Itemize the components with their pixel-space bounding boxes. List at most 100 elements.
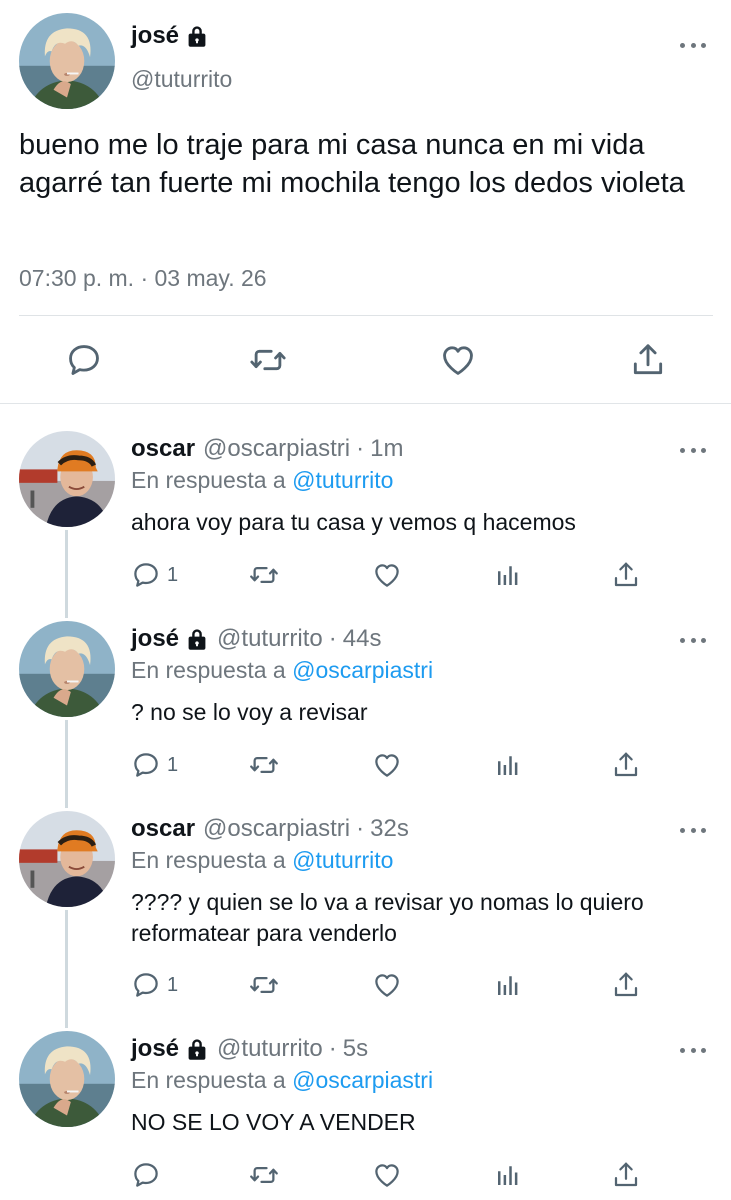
stats-icon bbox=[493, 750, 523, 780]
more-dot-icon bbox=[680, 827, 685, 833]
analytics-button[interactable] bbox=[493, 747, 523, 783]
replying-to: En respuesta a @oscarpiastri bbox=[131, 1067, 433, 1094]
reply-time[interactable]: 44s bbox=[343, 625, 382, 653]
replying-to-link[interactable]: @oscarpiastri bbox=[292, 1067, 433, 1093]
tweet-timestamp[interactable]: 07:30 p. m. · 03 may. 26 bbox=[19, 265, 267, 292]
more-dot-icon bbox=[680, 42, 685, 48]
more-dot-icon bbox=[690, 1047, 696, 1053]
share-button[interactable] bbox=[611, 1157, 641, 1193]
reply-button[interactable]: 1 bbox=[131, 557, 178, 593]
reply-button[interactable] bbox=[131, 1157, 167, 1193]
reply-icon bbox=[131, 1160, 161, 1190]
reply-count: 1 bbox=[167, 563, 179, 586]
more-dot-icon bbox=[701, 1047, 706, 1053]
retweet-icon bbox=[249, 1160, 279, 1190]
stats-icon bbox=[493, 1160, 523, 1190]
section-divider bbox=[0, 403, 731, 404]
lock-icon bbox=[185, 1037, 209, 1061]
share-button[interactable] bbox=[611, 557, 641, 593]
share-icon bbox=[629, 341, 667, 379]
reply-header: josé @tuturrito · 44s bbox=[131, 625, 381, 653]
heart-icon bbox=[372, 750, 402, 780]
main-action-bar bbox=[0, 338, 731, 384]
more-dot-icon bbox=[690, 447, 696, 453]
reply-time[interactable]: 32s bbox=[370, 815, 409, 843]
author-handle[interactable]: @tuturrito bbox=[217, 1035, 323, 1063]
retweet-button[interactable] bbox=[249, 967, 279, 1003]
stats-icon bbox=[493, 560, 523, 590]
analytics-button[interactable] bbox=[493, 557, 523, 593]
reply-action-bar bbox=[131, 1157, 671, 1193]
author-name[interactable]: josé bbox=[131, 22, 179, 50]
retweet-icon bbox=[249, 560, 279, 590]
reply-text: NO SE LO VOY A VENDER bbox=[131, 1109, 416, 1135]
separator-dot: · bbox=[328, 625, 337, 652]
replying-to-link[interactable]: @tuturrito bbox=[292, 467, 393, 493]
author-handle[interactable]: @tuturrito bbox=[131, 66, 232, 93]
analytics-button[interactable] bbox=[493, 1157, 523, 1193]
more-dot-icon bbox=[690, 827, 696, 833]
author-name[interactable]: josé bbox=[131, 625, 179, 653]
separator-dot: · bbox=[356, 435, 365, 462]
more-options-button[interactable] bbox=[680, 1045, 706, 1055]
retweet-button[interactable] bbox=[249, 747, 279, 783]
retweet-icon bbox=[249, 750, 279, 780]
replying-to-prefix: En respuesta a bbox=[131, 657, 286, 683]
retweet-button[interactable] bbox=[246, 338, 290, 382]
replying-to-link[interactable]: @oscarpiastri bbox=[292, 657, 433, 683]
reply-button[interactable]: 1 bbox=[131, 747, 178, 783]
replying-to-link[interactable]: @tuturrito bbox=[292, 847, 393, 873]
retweet-icon bbox=[249, 341, 287, 379]
retweet-icon bbox=[249, 970, 279, 1000]
more-options-button[interactable] bbox=[680, 445, 706, 455]
reply-time[interactable]: 5s bbox=[343, 1035, 368, 1063]
divider bbox=[19, 315, 713, 316]
more-options-button[interactable] bbox=[680, 635, 706, 645]
reply-count: 1 bbox=[167, 973, 179, 996]
share-button[interactable] bbox=[626, 338, 670, 382]
author-name-row[interactable]: josé bbox=[131, 22, 209, 50]
like-button[interactable] bbox=[372, 1157, 402, 1193]
author-name[interactable]: oscar bbox=[131, 815, 195, 843]
separator-dot: · bbox=[356, 815, 365, 842]
like-button[interactable] bbox=[372, 557, 402, 593]
more-options-button[interactable] bbox=[680, 825, 706, 835]
avatar[interactable] bbox=[19, 1031, 115, 1127]
author-name[interactable]: oscar bbox=[131, 435, 195, 463]
reply-time[interactable]: 1m bbox=[370, 435, 403, 463]
analytics-button[interactable] bbox=[493, 967, 523, 1003]
share-icon bbox=[611, 970, 641, 1000]
more-options-button[interactable] bbox=[680, 40, 706, 50]
heart-icon bbox=[372, 970, 402, 1000]
avatar[interactable] bbox=[19, 13, 115, 109]
reply-icon bbox=[131, 560, 161, 590]
share-button[interactable] bbox=[611, 747, 641, 783]
reply-action-bar: 1 bbox=[131, 967, 671, 1003]
avatar[interactable] bbox=[19, 431, 115, 527]
retweet-button[interactable] bbox=[249, 1157, 279, 1193]
retweet-button[interactable] bbox=[249, 557, 279, 593]
author-handle[interactable]: @oscarpiastri bbox=[203, 815, 350, 843]
like-button[interactable] bbox=[372, 747, 402, 783]
author-handle[interactable]: @oscarpiastri bbox=[203, 435, 350, 463]
share-icon bbox=[611, 1160, 641, 1190]
like-button[interactable] bbox=[372, 967, 402, 1003]
heart-icon bbox=[439, 341, 477, 379]
share-button[interactable] bbox=[611, 967, 641, 1003]
author-name[interactable]: josé bbox=[131, 1035, 179, 1063]
more-dot-icon bbox=[701, 637, 706, 643]
reply-button[interactable] bbox=[62, 338, 106, 382]
like-button[interactable] bbox=[436, 338, 480, 382]
more-dot-icon bbox=[690, 637, 696, 643]
more-dot-icon bbox=[701, 447, 706, 453]
avatar[interactable] bbox=[19, 811, 115, 907]
more-dot-icon bbox=[680, 447, 685, 453]
reply-count: 1 bbox=[167, 753, 179, 776]
author-handle[interactable]: @tuturrito bbox=[217, 625, 323, 653]
reply-tweet: josé @tuturrito · 5s En respuesta a @osc… bbox=[0, 1031, 731, 1200]
reply-button[interactable]: 1 bbox=[131, 967, 178, 1003]
stats-icon bbox=[493, 970, 523, 1000]
avatar[interactable] bbox=[19, 621, 115, 717]
replying-to: En respuesta a @oscarpiastri bbox=[131, 657, 433, 684]
more-dot-icon bbox=[680, 637, 685, 643]
